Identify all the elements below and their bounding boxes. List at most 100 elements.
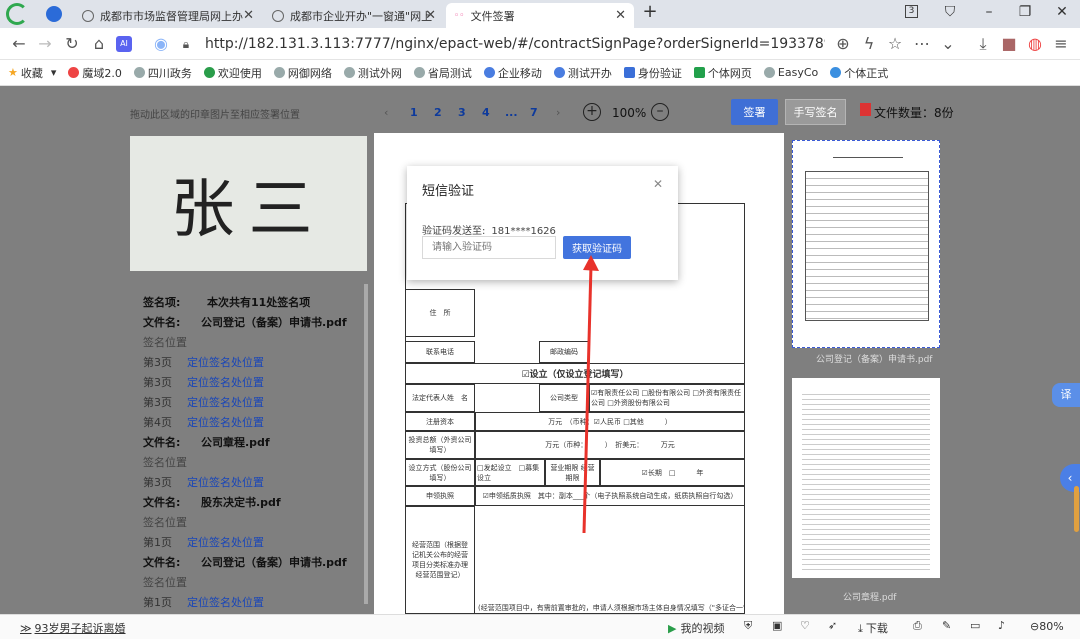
download-icon[interactable]: ⤓	[972, 34, 994, 54]
zoom-status[interactable]: ⊖80%	[1030, 620, 1064, 633]
close-icon[interactable]: ✕	[243, 8, 254, 23]
bookmark-item[interactable]: 四川政务	[133, 65, 192, 81]
handwrite-sign-button[interactable]: 手写签名	[785, 99, 846, 125]
close-icon[interactable]: ✕	[615, 8, 626, 23]
news-link[interactable]: ≫ 93岁男子起诉离婚	[20, 620, 126, 636]
tab-count-badge[interactable]: 3	[905, 5, 918, 18]
tab-file-sign[interactable]: ◦◦ 文件签署 ✕	[446, 3, 634, 28]
close-icon[interactable]: ✕	[425, 8, 436, 23]
bookmark-item[interactable]: 测试开办	[553, 65, 612, 81]
zoom-in-icon[interactable]: +	[583, 103, 601, 121]
list-scrollbar[interactable]	[364, 284, 368, 604]
locate-row[interactable]: 第4页 定位签名处位置	[143, 412, 367, 432]
locate-link[interactable]: 定位签名处位置	[187, 414, 264, 430]
locate-row[interactable]: 第3页 定位签名处位置	[143, 372, 367, 392]
page-2[interactable]: 2	[434, 106, 442, 119]
browser-logo-icon[interactable]	[6, 3, 28, 25]
sheet-icon	[693, 67, 705, 78]
verify-code-input[interactable]	[422, 236, 556, 259]
prev-page-button[interactable]: ‹	[384, 106, 388, 119]
wallet-icon[interactable]: ■	[998, 34, 1020, 53]
id-card-icon	[623, 67, 635, 78]
close-button[interactable]: ✕	[1052, 4, 1072, 20]
zoom-icon[interactable]: ⊕	[832, 34, 854, 53]
bookmark-item[interactable]: 身份验证	[623, 65, 682, 81]
page-scrollbar[interactable]	[1074, 486, 1079, 532]
bolt-icon[interactable]: ϟ	[858, 34, 880, 53]
locate-row[interactable]: 第1页 定位签名处位置	[143, 592, 367, 612]
download-button[interactable]: ⤓ 下载	[858, 620, 888, 636]
site-icon[interactable]: ◉	[150, 34, 172, 53]
extension-icon[interactable]: ◍	[1024, 34, 1046, 53]
print-icon[interactable]: ⎙	[913, 619, 922, 633]
locate-link[interactable]: 定位签名处位置	[187, 354, 264, 370]
tab-market-supervision[interactable]: 成都市市场监督管理局网上办 ✕	[74, 3, 262, 28]
locate-link[interactable]: 定位签名处位置	[187, 374, 264, 390]
thumbnail-1[interactable]	[792, 140, 940, 348]
more-icon[interactable]: ⋯	[911, 34, 933, 53]
bookmark-item[interactable]: 网御网络	[273, 65, 332, 81]
close-icon[interactable]: ✕	[653, 177, 663, 191]
locate-link[interactable]: 定位签名处位置	[187, 394, 264, 410]
locate-link[interactable]: 定位签名处位置	[187, 474, 264, 490]
globe-icon	[553, 67, 565, 78]
locate-row[interactable]: 第3页 定位签名处位置	[143, 472, 367, 492]
insecure-icon[interactable]: 🔒︎	[175, 37, 197, 52]
page-4[interactable]: 4	[482, 106, 490, 119]
thumbnail-2[interactable]	[792, 378, 940, 578]
maximize-button[interactable]: ❐	[1015, 4, 1035, 20]
reload-icon[interactable]: ↻	[61, 34, 83, 53]
menu-icon[interactable]: ≡	[1050, 34, 1072, 53]
brush-icon[interactable]: ✎	[942, 619, 951, 632]
minimize-button[interactable]: –	[979, 4, 999, 20]
locate-row[interactable]: 第3页 定位签名处位置	[143, 352, 367, 372]
bookmark-item[interactable]: 欢迎使用	[203, 65, 262, 81]
home-icon[interactable]: ⌂	[88, 34, 110, 53]
page-7[interactable]: 7	[530, 106, 538, 119]
my-video-button[interactable]: ▶ 我的视频	[668, 620, 724, 636]
next-page-button[interactable]: ›	[556, 106, 560, 119]
star-icon[interactable]: ☆	[884, 34, 906, 53]
back-icon[interactable]: ←	[8, 34, 30, 53]
new-tab-button[interactable]: +	[640, 1, 660, 22]
forward-icon[interactable]: →	[34, 34, 56, 53]
bookmark-item[interactable]: 个体网页	[693, 65, 752, 81]
bookmark-item[interactable]: 省局测试	[413, 65, 472, 81]
shirt-icon[interactable]: ⛉	[940, 4, 960, 20]
bookmark-item[interactable]: 魔域2.0	[68, 65, 122, 81]
sign-button[interactable]: 签署	[731, 99, 778, 125]
doc-cell-capital: 注册资本	[405, 412, 475, 431]
page-ellipsis[interactable]: ...	[505, 106, 518, 119]
file-row: 文件名: 公司登记（备案）申请书.pdf	[143, 316, 347, 329]
bookmark-item[interactable]: 企业移动	[483, 65, 542, 81]
tab-list-icon[interactable]	[46, 6, 62, 22]
bookmark-item[interactable]: 测试外网	[343, 65, 402, 81]
ai-icon[interactable]: AI	[116, 36, 132, 52]
window-icon[interactable]: ▭	[970, 619, 980, 632]
zoom-out-icon[interactable]: –	[651, 103, 669, 121]
tab-bar: 成都市市场监督管理局网上办 ✕ 成都市企业开办"一窗通"网上 ✕ ◦◦ 文件签署…	[0, 0, 1080, 28]
image-icon[interactable]: ▣	[772, 619, 782, 632]
bookmark-item[interactable]: 个体正式	[830, 65, 888, 81]
page-3[interactable]: 3	[458, 106, 466, 119]
tab-one-window[interactable]: 成都市企业开办"一窗通"网上 ✕	[264, 3, 444, 28]
translate-icon[interactable]: 译	[1052, 383, 1080, 407]
bookmark-item[interactable]: EasyCo	[763, 66, 818, 79]
chevron-down-icon[interactable]: ⌄	[937, 34, 959, 53]
user-icon	[830, 67, 842, 78]
bookmark-favorites[interactable]: ★ 收藏 ▾	[8, 65, 56, 81]
page-icon: ◦◦	[454, 10, 465, 21]
locate-link[interactable]: 定位签名处位置	[187, 534, 264, 550]
rocket-icon[interactable]: ➶	[828, 619, 837, 632]
heart-icon[interactable]: ♡	[800, 619, 810, 632]
locate-link[interactable]: 定位签名处位置	[187, 594, 264, 610]
signature-image[interactable]: 张三	[130, 136, 367, 271]
page-1[interactable]: 1	[410, 106, 418, 119]
speaker-icon[interactable]: ♪	[998, 619, 1005, 632]
url-field[interactable]: http://182.131.3.113:7777/nginx/epact-we…	[205, 36, 825, 52]
shield-icon[interactable]: ⛨	[744, 619, 752, 633]
locate-row[interactable]: 第3页 定位签名处位置	[143, 392, 367, 412]
locate-row[interactable]: 第1页 定位签名处位置	[143, 532, 367, 552]
doc-cell-legal-rep: 法定代表人姓 名	[405, 384, 475, 412]
globe-icon	[272, 9, 284, 22]
